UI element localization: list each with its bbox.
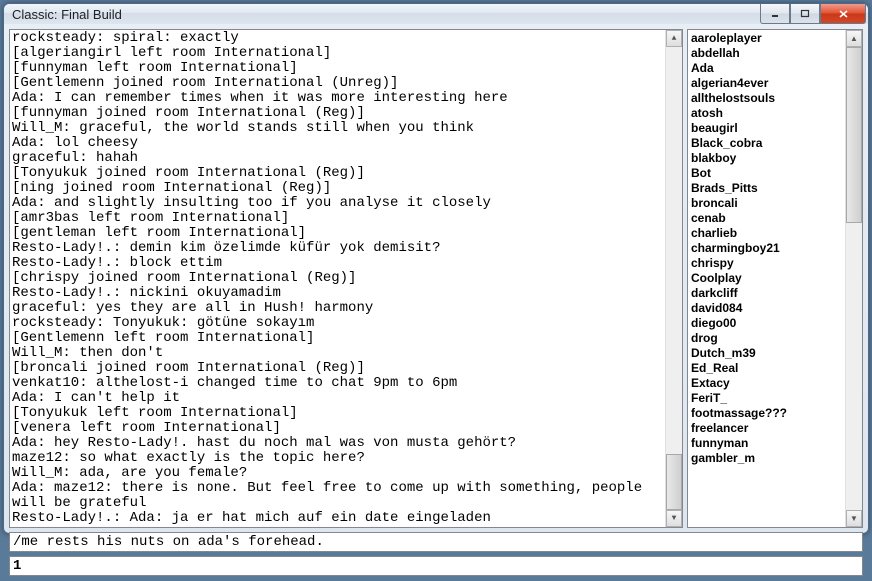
chat-line: [chrispy joined room International (Reg)… <box>12 271 663 286</box>
list-item[interactable]: FeriT_ <box>691 391 842 406</box>
input-panel <box>9 532 863 552</box>
list-item[interactable]: broncali <box>691 196 842 211</box>
list-item[interactable]: funnyman <box>691 436 842 451</box>
chat-panel: rocksteady: spiral: exactly[algeriangirl… <box>9 29 683 528</box>
minimize-button[interactable] <box>760 4 790 24</box>
list-item[interactable]: Coolplay <box>691 271 842 286</box>
app-window: Classic: Final Build rocksteady: spiral:… <box>3 3 869 534</box>
chat-line: rocksteady: spiral: exactly <box>12 31 663 46</box>
chat-line: Will_M: graceful, the world stands still… <box>12 121 663 136</box>
list-item[interactable]: drog <box>691 331 842 346</box>
list-item[interactable]: abdellah <box>691 46 842 61</box>
maximize-button[interactable] <box>790 4 820 24</box>
status-panel: 1 <box>9 556 863 576</box>
chat-line: [gentleman left room International] <box>12 226 663 241</box>
chat-line: graceful: hahah <box>12 151 663 166</box>
chat-line: Ada: maze12: there is none. But feel fre… <box>12 481 663 511</box>
chat-line: [broncali joined room International (Reg… <box>12 361 663 376</box>
chat-line: [algeriangirl left room International] <box>12 46 663 61</box>
list-item[interactable]: algerian4ever <box>691 76 842 91</box>
window-title: Classic: Final Build <box>12 7 760 22</box>
list-item[interactable]: blakboy <box>691 151 842 166</box>
chat-line: [Tonyukuk left room International] <box>12 406 663 421</box>
list-item[interactable]: Ada <box>691 61 842 76</box>
chat-line: [funnyman joined room International (Reg… <box>12 106 663 121</box>
content-area: rocksteady: spiral: exactly[algeriangirl… <box>4 24 868 581</box>
chat-line: [Tonyukuk joined room International (Reg… <box>12 166 663 181</box>
scroll-down-button[interactable]: ▼ <box>666 510 682 527</box>
userlist-scrollbar[interactable]: ▲ ▼ <box>845 30 862 527</box>
scroll-up-button[interactable]: ▲ <box>666 30 682 47</box>
chat-line: Resto-Lady!.: Ada: ja er hat mich auf ei… <box>12 511 663 526</box>
list-item[interactable]: aaroleplayer <box>691 31 842 46</box>
chat-line: Will_M: then don't <box>12 346 663 361</box>
userlist-panel: aaroleplayerabdellahAdaalgerian4everallt… <box>687 29 863 528</box>
list-item[interactable]: chrispy <box>691 256 842 271</box>
list-item[interactable]: Brads_Pitts <box>691 181 842 196</box>
chat-line: Ada: lol cheesy <box>12 136 663 151</box>
chat-line: [funnyman left room International] <box>12 61 663 76</box>
scroll-up-button[interactable]: ▲ <box>846 30 862 47</box>
minimize-icon <box>770 9 780 19</box>
list-item[interactable]: allthelostsouls <box>691 91 842 106</box>
chat-line: venkat10: althelost-i changed time to ch… <box>12 376 663 391</box>
list-item[interactable]: Extacy <box>691 376 842 391</box>
list-item[interactable]: cenab <box>691 211 842 226</box>
list-item[interactable]: Ed_Real <box>691 361 842 376</box>
chat-line: Ada: I can't help it <box>12 391 663 406</box>
chat-line: [ning joined room International (Reg)] <box>12 181 663 196</box>
chat-line: [venera left room International] <box>12 421 663 436</box>
list-item[interactable]: atosh <box>691 106 842 121</box>
list-item[interactable]: david084 <box>691 301 842 316</box>
chat-line: Resto-Lady!.: nickini okuyamadim <box>12 286 663 301</box>
list-item[interactable]: freelancer <box>691 421 842 436</box>
list-item[interactable]: diego00 <box>691 316 842 331</box>
titlebar[interactable]: Classic: Final Build <box>4 4 868 24</box>
status-text: 1 <box>13 558 21 574</box>
chat-line: Resto-Lady!.: block ettim <box>12 256 663 271</box>
list-item[interactable]: charlieb <box>691 226 842 241</box>
list-item[interactable]: beaugirl <box>691 121 842 136</box>
list-item[interactable]: Dutch_m39 <box>691 346 842 361</box>
chat-line: graceful: yes they are all in Hush! harm… <box>12 301 663 316</box>
chat-line: Ada: I can remember times when it was mo… <box>12 91 663 106</box>
scroll-track[interactable] <box>846 47 862 510</box>
list-item[interactable]: gambler_m <box>691 451 842 466</box>
chat-line: [Gentlemenn joined room International (U… <box>12 76 663 91</box>
chat-scrollbar[interactable]: ▲ ▼ <box>665 30 682 527</box>
chat-line: Resto-Lady!.: demin kim özelimde küfür y… <box>12 241 663 256</box>
close-icon <box>838 9 849 19</box>
list-item[interactable]: footmassage??? <box>691 406 842 421</box>
window-buttons <box>760 4 866 24</box>
user-list[interactable]: aaroleplayerabdellahAdaalgerian4everallt… <box>688 30 845 527</box>
message-input[interactable] <box>10 533 862 551</box>
chat-line: [amr3bas left room International] <box>12 211 663 226</box>
chat-line: Ada: and slightly insulting too if you a… <box>12 196 663 211</box>
scroll-thumb[interactable] <box>846 47 862 223</box>
list-item[interactable]: Black_cobra <box>691 136 842 151</box>
chat-line: Ada: hey Resto-Lady!. hast du noch mal w… <box>12 436 663 451</box>
upper-panels: rocksteady: spiral: exactly[algeriangirl… <box>9 29 863 528</box>
list-item[interactable]: darkcliff <box>691 286 842 301</box>
maximize-icon <box>800 9 810 19</box>
chat-line: rocksteady: Tonyukuk: götüne sokayım <box>12 316 663 331</box>
scroll-track[interactable] <box>666 47 682 510</box>
chat-line: Will_M: ada, are you female? <box>12 466 663 481</box>
list-item[interactable]: Bot <box>691 166 842 181</box>
chat-log[interactable]: rocksteady: spiral: exactly[algeriangirl… <box>10 30 665 527</box>
close-button[interactable] <box>820 4 866 24</box>
list-item[interactable]: charmingboy21 <box>691 241 842 256</box>
chat-line: maze12: so what exactly is the topic her… <box>12 451 663 466</box>
scroll-thumb[interactable] <box>666 454 682 510</box>
scroll-down-button[interactable]: ▼ <box>846 510 862 527</box>
chat-line: [Gentlemenn left room International] <box>12 331 663 346</box>
